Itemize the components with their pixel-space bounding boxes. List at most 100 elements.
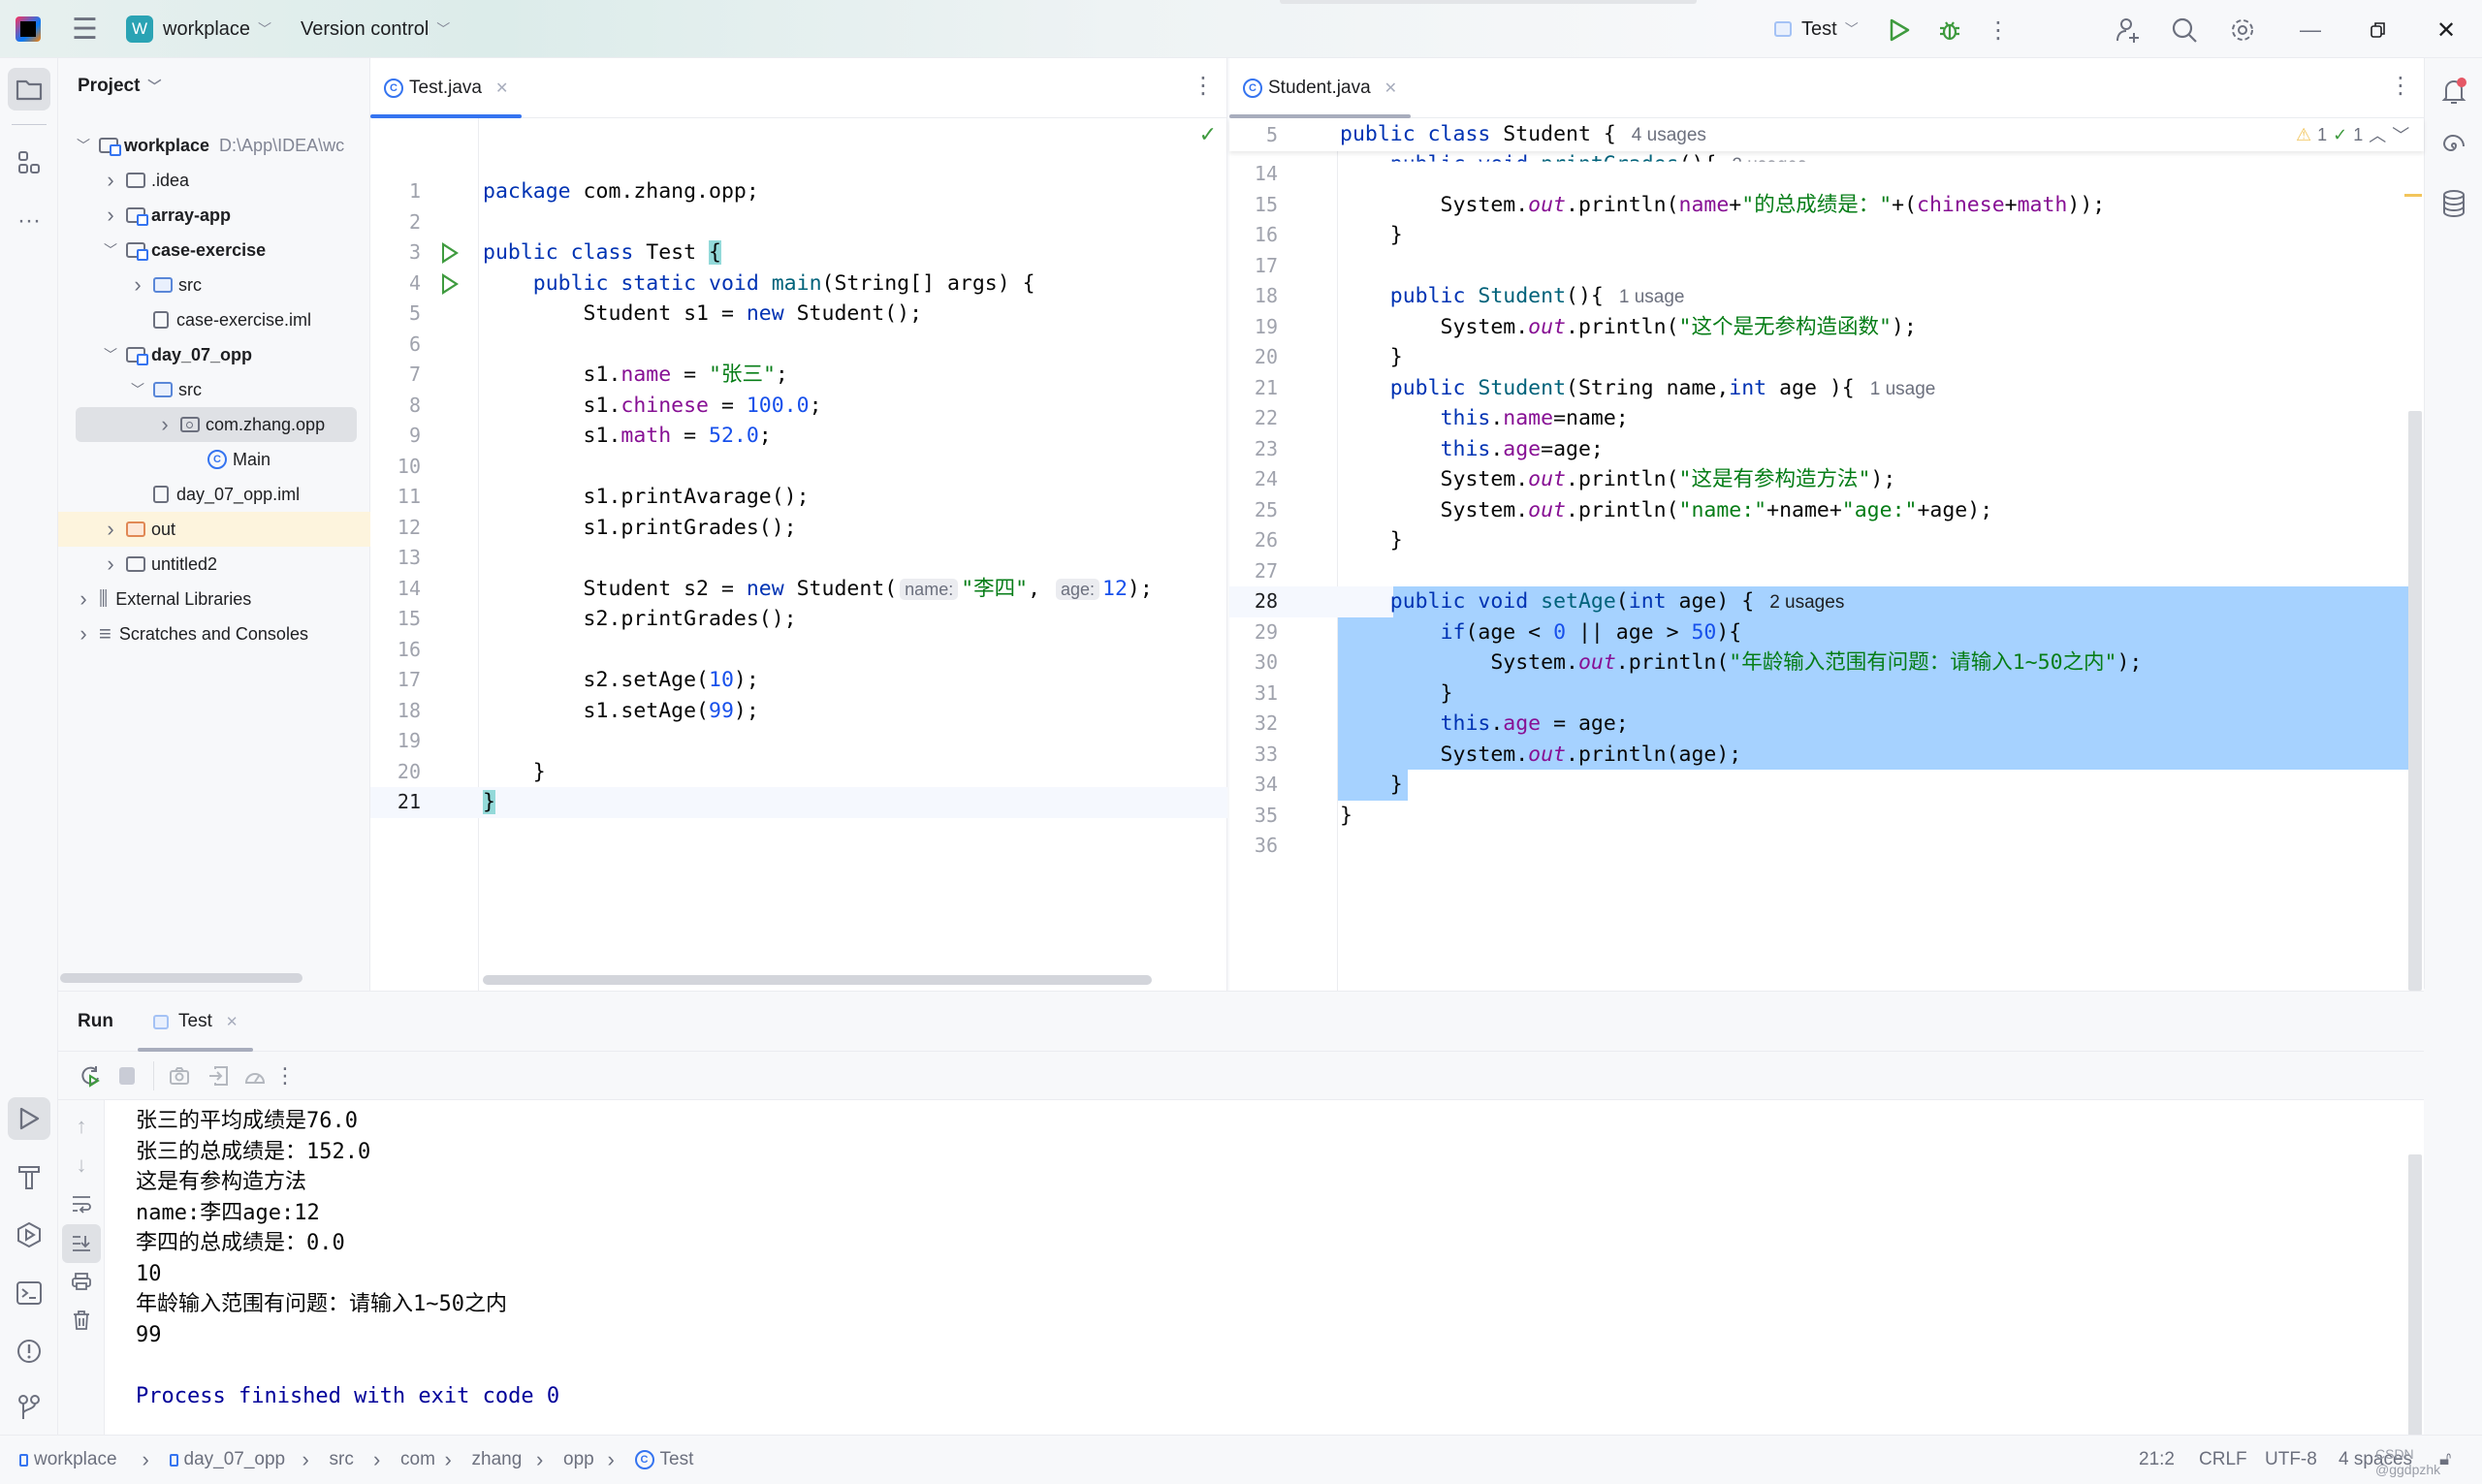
clear-all-button[interactable] xyxy=(65,1304,98,1337)
tree-item[interactable]: › ≡ Scratches and Consoles xyxy=(58,616,370,651)
chevron-down-icon[interactable]: ﹀ xyxy=(103,240,118,260)
tree-item[interactable]: › src xyxy=(58,268,370,302)
tree-item[interactable]: ﹀ workplace D:\App\IDEA\wc xyxy=(58,128,370,163)
tree-item[interactable]: › array-app xyxy=(58,198,370,233)
close-window-button[interactable]: ✕ xyxy=(2428,12,2465,48)
more-tools-button[interactable]: ··· xyxy=(8,200,50,242)
project-tool-button[interactable] xyxy=(8,68,50,111)
code-with-me-button[interactable] xyxy=(2110,12,2147,48)
breadcrumb-item[interactable]: C Test xyxy=(634,1436,693,1484)
close-tab-icon[interactable]: ✕ xyxy=(226,1013,239,1030)
breadcrumb-item[interactable]: zhang xyxy=(472,1436,523,1484)
warning-stripe-marker[interactable] xyxy=(2404,194,2422,197)
tree-item[interactable]: ﹀ case-exercise xyxy=(58,233,370,268)
tree-item[interactable]: case-exercise.iml xyxy=(58,302,370,337)
code-line: s2.printGrades(); xyxy=(483,607,797,631)
line-separator[interactable]: CRLF xyxy=(2199,1436,2247,1484)
soft-wrap-button[interactable] xyxy=(65,1187,98,1220)
run-config-selector[interactable]: Test ﹀ xyxy=(1774,0,1859,58)
tree-item[interactable]: ﹀ src xyxy=(58,372,370,407)
chevron-down-icon[interactable]: ﹀ xyxy=(76,136,91,155)
right-editor-vertical-scrollbar[interactable] xyxy=(2408,411,2422,991)
settings-button[interactable] xyxy=(2224,12,2261,48)
tree-item[interactable]: › com.zhang.opp xyxy=(76,407,357,442)
rerun-button[interactable] xyxy=(74,1059,107,1092)
profiler-button[interactable] xyxy=(239,1059,271,1092)
search-everywhere-button[interactable] xyxy=(2166,12,2203,48)
structure-tool-button[interactable] xyxy=(8,142,50,184)
problems-tool-button[interactable] xyxy=(8,1330,50,1373)
sticky-lines[interactable]: 5 public class Student {4 usages ⚠ 1 ✓ 1… xyxy=(1229,118,2424,151)
scroll-to-end-button[interactable] xyxy=(62,1224,101,1263)
scroll-up-button[interactable]: ↑ xyxy=(65,1110,98,1143)
tab-student-java[interactable]: C Student.java ✕ xyxy=(1229,58,1412,118)
tree-item[interactable]: C Main xyxy=(58,442,370,477)
next-highlight-icon[interactable]: ﹀ xyxy=(2392,122,2409,147)
chevron-right-icon[interactable]: › xyxy=(76,621,91,647)
chevron-right-icon[interactable]: › xyxy=(103,168,118,193)
tree-item[interactable]: › ⫼ External Libraries xyxy=(58,582,370,616)
breadcrumb-item[interactable]: src xyxy=(330,1436,354,1484)
cursor-position[interactable]: 21:2 xyxy=(2139,1436,2175,1484)
inspection-widget[interactable]: ⚠ 1 ✓ 1 ︿ ﹀ xyxy=(2288,118,2424,151)
run-tab-test[interactable]: Test ✕ xyxy=(138,992,254,1052)
previous-highlight-icon[interactable]: ︿ xyxy=(2369,122,2386,147)
terminal-tool-button[interactable] xyxy=(8,1272,50,1314)
project-horizontal-scrollbar[interactable] xyxy=(60,973,302,983)
code-line: System.out.println(age); xyxy=(1340,742,1742,767)
tab-test-java[interactable]: C Test.java ✕ xyxy=(370,58,523,118)
tree-item[interactable]: ﹀ day_07_opp xyxy=(58,337,370,372)
project-switcher[interactable]: W workplace ﹀ xyxy=(126,0,271,58)
breadcrumb-item[interactable]: opp xyxy=(563,1436,594,1484)
dump-threads-button[interactable] xyxy=(163,1059,196,1092)
tree-item-label: Scratches and Consoles xyxy=(118,623,308,644)
main-menu-button[interactable]: ☰ xyxy=(72,0,98,58)
close-tab-icon[interactable]: ✕ xyxy=(495,79,508,98)
print-button[interactable] xyxy=(65,1265,98,1298)
left-editor-horizontal-scrollbar[interactable] xyxy=(483,975,1152,985)
editor-tab-actions[interactable]: ⋮ xyxy=(1192,72,1215,100)
chevron-right-icon[interactable]: › xyxy=(130,272,145,298)
breadcrumb-item[interactable]: day_07_opp xyxy=(169,1436,285,1484)
line-number: 21 xyxy=(397,790,421,813)
close-tab-icon[interactable]: ✕ xyxy=(1384,79,1397,98)
chevron-right-icon[interactable]: › xyxy=(103,517,118,542)
breadcrumb-label: workplace xyxy=(34,1449,117,1469)
exit-button[interactable] xyxy=(202,1059,235,1092)
build-tool-button[interactable] xyxy=(8,1155,50,1198)
workspace-name: workplace xyxy=(163,17,251,40)
notifications-button[interactable] xyxy=(2433,70,2475,112)
run-gutter-icon[interactable] xyxy=(442,242,459,264)
tree-item[interactable]: › .idea xyxy=(58,163,370,198)
chevron-right-icon[interactable]: › xyxy=(76,586,91,612)
chevron-right-icon[interactable]: › xyxy=(157,412,173,437)
debug-button[interactable] xyxy=(1933,14,1966,47)
project-panel-title[interactable]: Project ﹀ xyxy=(78,76,161,97)
tree-item[interactable]: day_07_opp.iml xyxy=(58,477,370,512)
run-button[interactable] xyxy=(1883,14,1916,47)
minimize-button[interactable]: — xyxy=(2292,12,2329,48)
editor-tab-actions[interactable]: ⋮ xyxy=(2389,72,2412,100)
stop-button[interactable] xyxy=(111,1059,143,1092)
git-tool-button[interactable] xyxy=(8,1386,50,1429)
run-gutter-icon[interactable] xyxy=(442,272,459,295)
chevron-right-icon[interactable]: › xyxy=(103,203,118,228)
run-tool-button[interactable] xyxy=(8,1097,50,1140)
chevron-right-icon[interactable]: › xyxy=(103,552,118,577)
version-control-menu[interactable]: Version control ﹀ xyxy=(301,0,450,58)
services-tool-button[interactable] xyxy=(8,1214,50,1256)
ai-assistant-button[interactable] xyxy=(2433,126,2475,169)
tree-item[interactable]: › out xyxy=(58,512,370,547)
chevron-down-icon[interactable]: ﹀ xyxy=(130,380,145,399)
database-button[interactable] xyxy=(2433,182,2475,225)
chevron-down-icon[interactable]: ﹀ xyxy=(103,345,118,364)
tree-item[interactable]: › untitled2 xyxy=(58,547,370,582)
breadcrumb-item[interactable]: workplace xyxy=(19,1436,117,1484)
console-vertical-scrollbar[interactable] xyxy=(2408,1154,2422,1436)
breadcrumb-item[interactable]: com xyxy=(400,1436,435,1484)
file-encoding[interactable]: UTF-8 xyxy=(2265,1436,2317,1484)
more-actions-button[interactable]: ⋮ xyxy=(1984,14,2013,47)
scroll-down-button[interactable]: ↓ xyxy=(65,1149,98,1182)
restore-button[interactable] xyxy=(2360,12,2397,48)
run-more-button[interactable]: ⋮ xyxy=(273,1059,297,1092)
